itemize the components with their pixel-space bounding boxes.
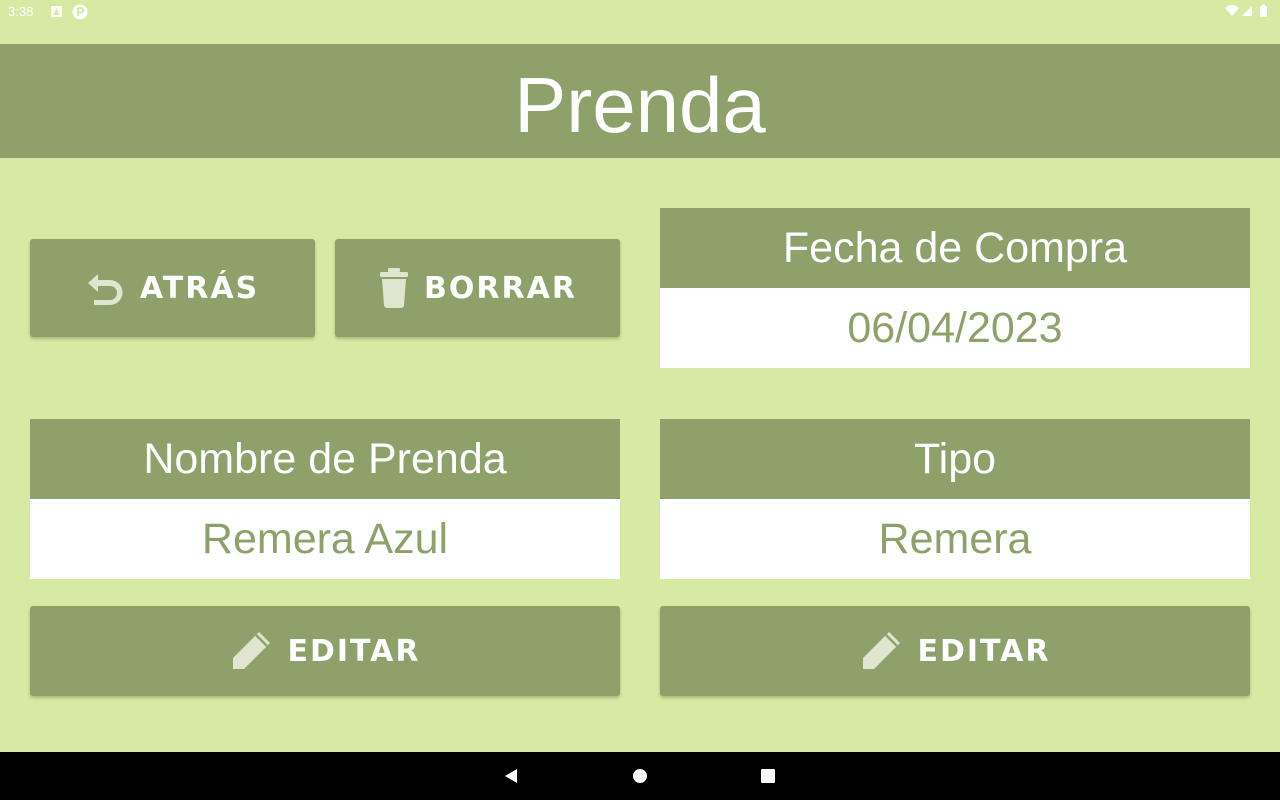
trash-icon (378, 268, 410, 308)
notification-a-icon (50, 5, 63, 18)
status-icons (1224, 4, 1270, 20)
garment-name-value: Remera Azul (30, 499, 620, 579)
status-bar: 3:38 (0, 0, 1280, 24)
garment-type-card: Tipo Remera (660, 419, 1250, 579)
wifi-icon (1225, 5, 1239, 16)
page-title: Prenda (514, 61, 766, 149)
back-button-label: ATRÁS (139, 270, 260, 306)
pencil-icon (229, 629, 273, 673)
back-button[interactable]: ATRÁS (30, 239, 315, 337)
pencil-icon (859, 629, 903, 673)
edit-name-label: EDITAR (287, 633, 421, 669)
garment-name-label: Nombre de Prenda (30, 419, 620, 499)
recents-square-icon[interactable] (760, 768, 776, 789)
purchase-date-label: Fecha de Compra (660, 208, 1250, 288)
edit-type-label: EDITAR (917, 633, 1051, 669)
garment-type-value: Remera (660, 499, 1250, 579)
delete-button[interactable]: BORRAR (335, 239, 620, 337)
garment-type-label: Tipo (660, 419, 1250, 499)
delete-button-label: BORRAR (424, 270, 577, 306)
notification-p-icon (72, 4, 88, 20)
home-circle-icon[interactable] (632, 768, 648, 789)
edit-type-button[interactable]: EDITAR (660, 606, 1250, 696)
app-header: Prenda (0, 44, 1280, 158)
edit-name-button[interactable]: EDITAR (30, 606, 620, 696)
undo-arrow-icon (86, 270, 126, 306)
purchase-date-value[interactable]: 06/04/2023 (660, 288, 1250, 368)
status-time: 3:38 (8, 4, 34, 19)
signal-icon (1242, 6, 1252, 16)
purchase-date-card: Fecha de Compra 06/04/2023 (660, 208, 1250, 368)
garment-name-card: Nombre de Prenda Remera Azul (30, 419, 620, 579)
battery-icon (1260, 4, 1267, 17)
back-triangle-icon[interactable] (503, 768, 519, 789)
navigation-bar (0, 752, 1280, 800)
